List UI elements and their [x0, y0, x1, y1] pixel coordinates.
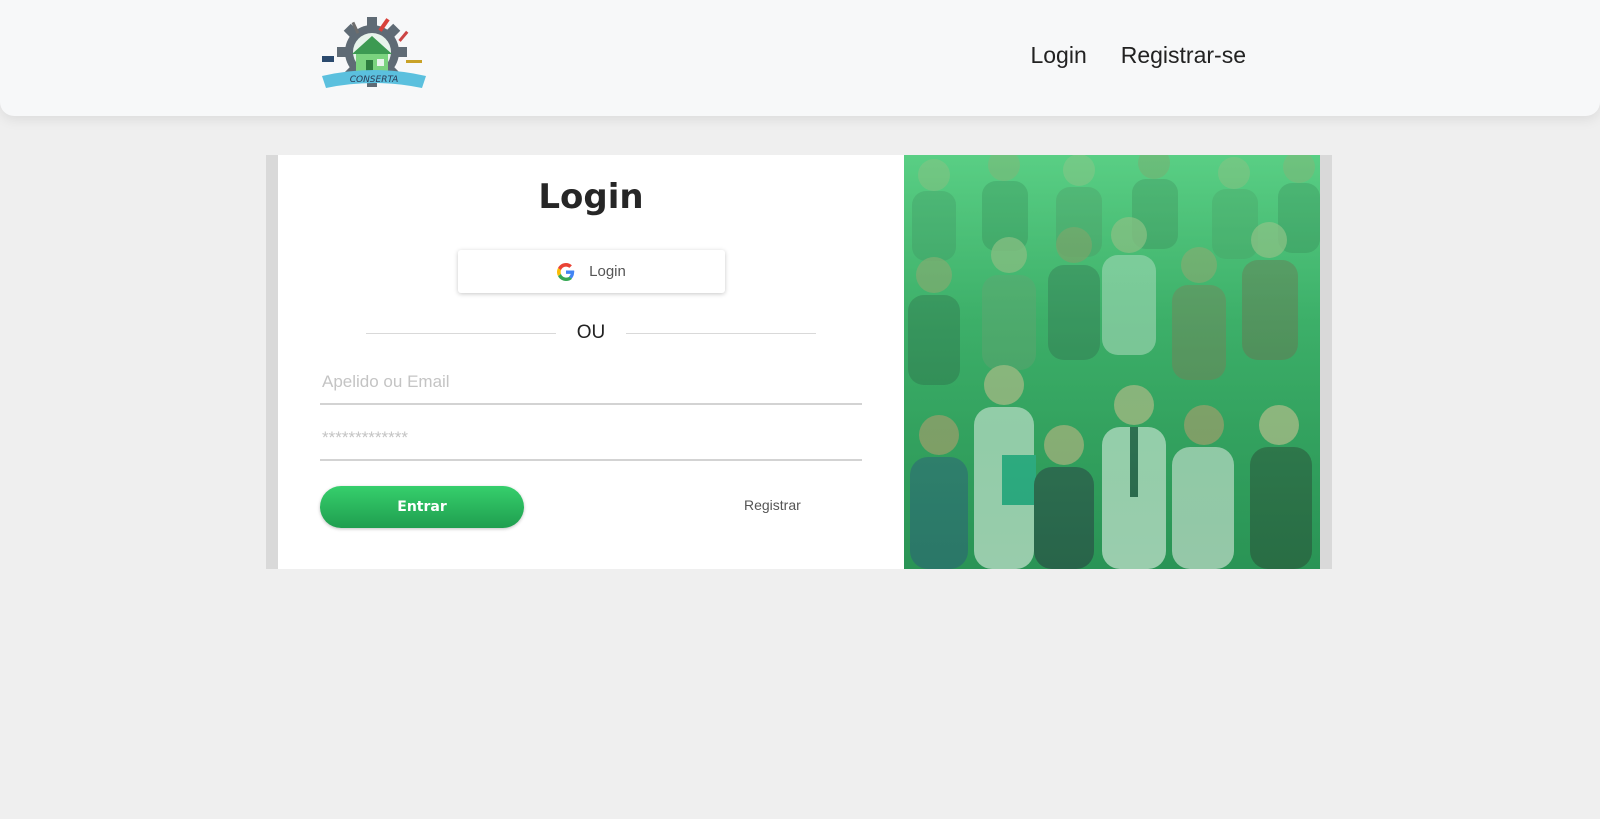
workers-crowd-image	[904, 155, 1320, 569]
enter-button[interactable]: Entrar	[320, 486, 524, 528]
conserta-logo[interactable]: CONSERTA	[318, 14, 430, 94]
nav-links: Login Registrar-se	[1030, 42, 1246, 69]
login-form-panel: Login Login OU Entrar Registrar	[278, 155, 904, 569]
google-login-button[interactable]: Login	[458, 250, 725, 293]
divider-line-right	[626, 333, 816, 334]
username-email-input[interactable]	[320, 361, 862, 405]
logo-graphic: CONSERTA	[322, 17, 426, 88]
nav-register-link[interactable]: Registrar-se	[1121, 42, 1246, 69]
login-title: Login	[538, 177, 644, 217]
login-card: Login Login OU Entrar Registrar	[266, 155, 1332, 569]
top-navbar: CONSERTA Login Registrar-se	[0, 0, 1600, 116]
divider-or: OU	[576, 322, 606, 343]
register-link[interactable]: Registrar	[744, 497, 801, 513]
google-icon	[557, 262, 575, 281]
google-login-label: Login	[589, 263, 626, 280]
svg-text:CONSERTA: CONSERTA	[350, 75, 399, 85]
workers-illustration	[904, 155, 1320, 569]
divider-line-left	[366, 333, 556, 334]
password-input[interactable]	[320, 417, 862, 461]
nav-login-link[interactable]: Login	[1030, 42, 1086, 69]
